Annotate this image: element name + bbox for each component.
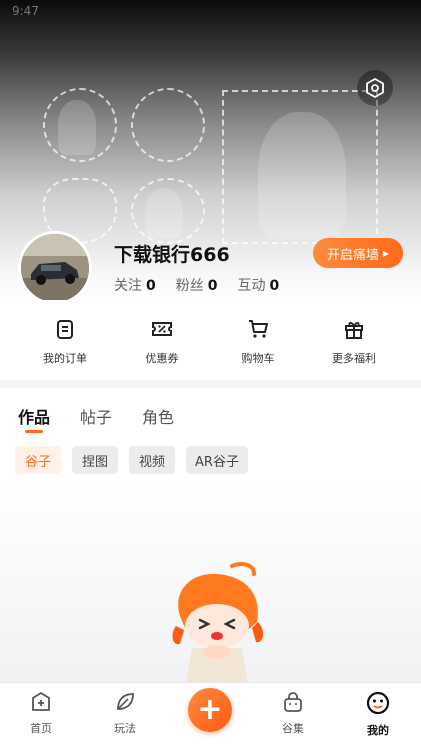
bag-icon [284,692,302,712]
chip-nietu[interactable]: 捏图 [72,446,118,474]
quick-actions-card: 我的订单 优惠券 购物车 更多福利 [0,300,421,380]
quick-action-label: 优惠券 [145,352,179,365]
empty-state-mascot [172,562,264,684]
tab-characters[interactable]: 角色 [142,404,174,428]
quick-action-label: 我的订单 [43,352,87,365]
active-tab-indicator [25,430,43,433]
leaf-icon [117,693,134,710]
frame-slot-circle [131,88,205,162]
frame-silhouette [145,188,183,238]
stat-followers[interactable]: 粉丝 0 [176,275,218,295]
coupon-icon [152,322,172,336]
quick-action-cart[interactable]: 购物车 [213,318,303,366]
profile-stats: 关注 0 粉丝 0 互动 0 [114,275,279,295]
cart-icon [249,320,268,338]
quick-action-label: 购物车 [241,352,275,365]
hexagon-settings-icon [366,78,384,98]
avatar[interactable] [18,231,92,305]
quick-action-orders[interactable]: 我的订单 [20,318,110,366]
tab-posts[interactable]: 帖子 [80,404,112,428]
open-wall-label: 开启痛墙 [326,247,379,263]
status-time: 9:47 [12,4,39,18]
play-triangle-icon: ▶ [382,248,390,258]
chip-video[interactable]: 视频 [129,446,175,474]
tabbar-label: 谷集 [282,722,304,735]
frame-silhouette [58,100,96,155]
open-wall-button[interactable]: 开启痛墙 ▶ [313,238,403,268]
stat-interactions[interactable]: 互动 0 [238,275,280,295]
settings-button[interactable] [357,70,393,106]
home-icon [32,692,50,711]
tabbar-collection[interactable]: 谷集 [263,691,323,736]
tabbar-play[interactable]: 玩法 [95,691,155,736]
gift-icon [345,322,363,339]
create-button[interactable]: + [188,688,232,732]
quick-action-benefits[interactable]: 更多福利 [309,318,399,366]
username: 下载银行666 [114,244,230,266]
chip-ar-guzi[interactable]: AR谷子 [186,446,248,474]
tabbar-mine[interactable]: 我的 [348,691,408,738]
face-icon [366,691,390,715]
avatar-car-image [21,234,89,302]
quick-action-coupons[interactable]: 优惠券 [117,318,207,366]
tabbar-label: 首页 [30,722,52,735]
chip-guzi[interactable]: 谷子 [15,446,61,474]
frame-silhouette-large [258,112,346,240]
tabbar-label: 玩法 [114,722,136,735]
tabbar-home[interactable]: 首页 [11,691,71,736]
tab-works[interactable]: 作品 [18,404,50,428]
stat-following[interactable]: 关注 0 [114,275,156,295]
tabbar-label: 我的 [367,724,389,737]
plus-icon: + [197,692,223,727]
order-icon [57,320,73,339]
quick-action-label: 更多福利 [332,352,376,365]
